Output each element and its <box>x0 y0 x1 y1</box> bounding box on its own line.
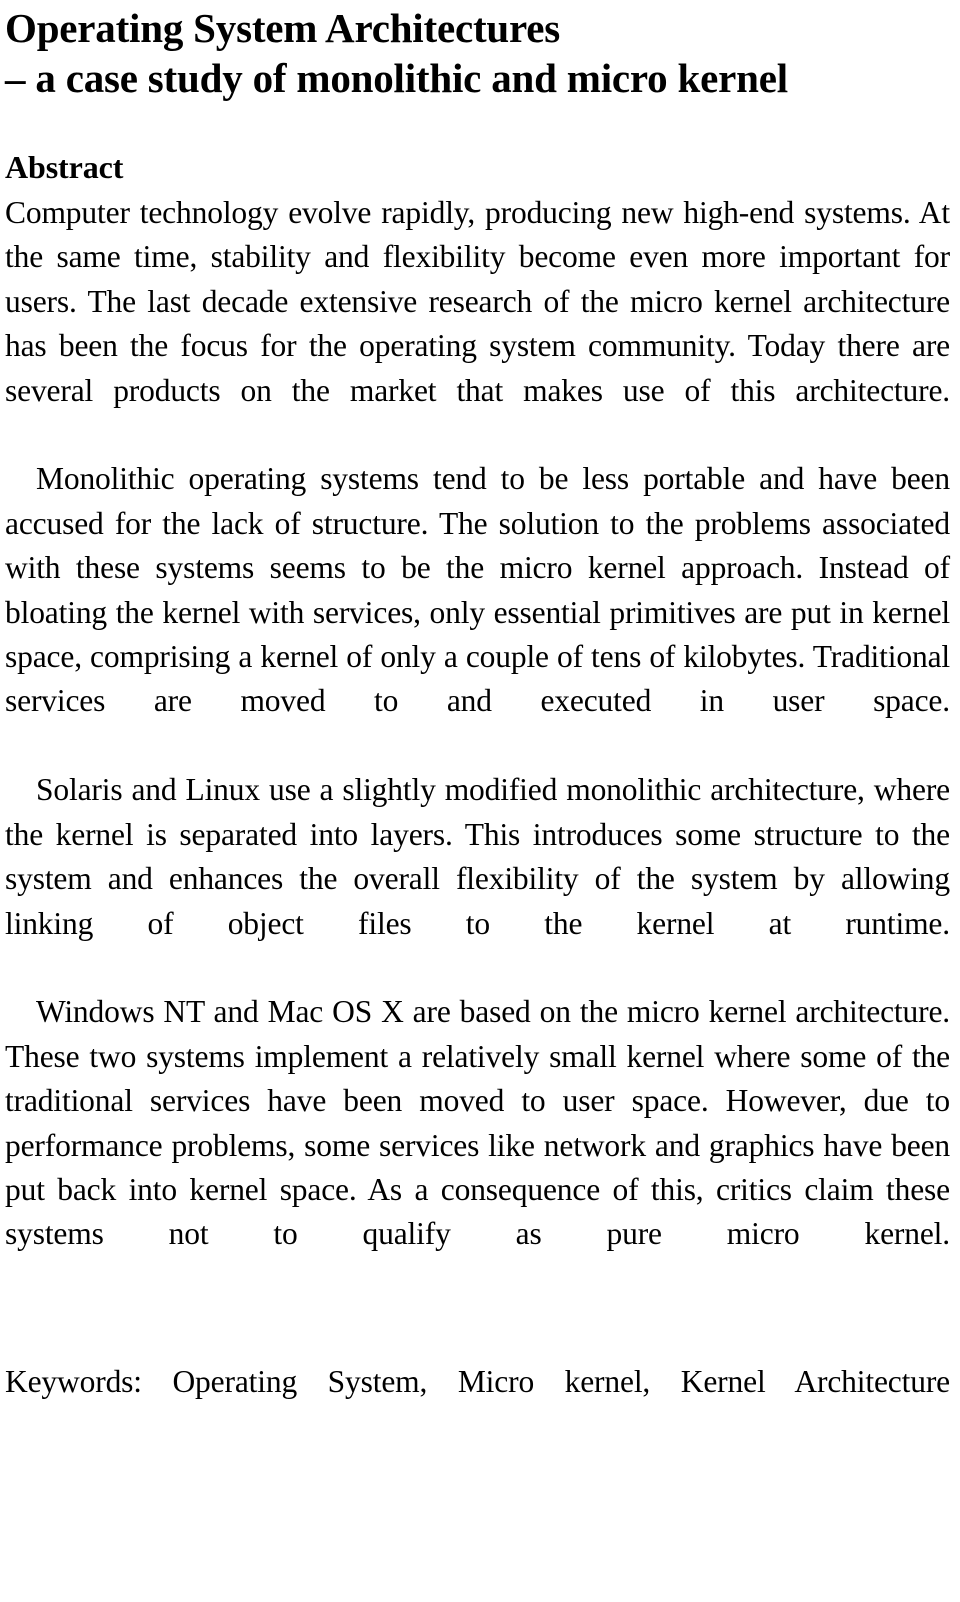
abstract-paragraph-3: Solaris and Linux use a slightly modifie… <box>5 772 950 941</box>
page-title-line-1: Operating System Architectures <box>5 5 561 51</box>
abstract-paragraph-4: Windows NT and Mac OS X are based on the… <box>5 994 950 1252</box>
abstract-body: Computer technology evolve rapidly, prod… <box>5 185 950 1301</box>
abstract-paragraph-2: Monolithic operating systems tend to be … <box>5 461 950 719</box>
keywords-line: Keywords: Operating System, Micro kernel… <box>5 1364 950 1400</box>
abstract-paragraph-1: Computer technology evolve rapidly, prod… <box>5 195 950 408</box>
abstract-heading: Abstract <box>5 149 124 185</box>
document-page: Operating System Architectures – a case … <box>0 0 960 1602</box>
page-title-line-2: – a case study of monolithic and micro k… <box>5 55 788 101</box>
page-title: Operating System Architectures – a case … <box>5 0 950 102</box>
